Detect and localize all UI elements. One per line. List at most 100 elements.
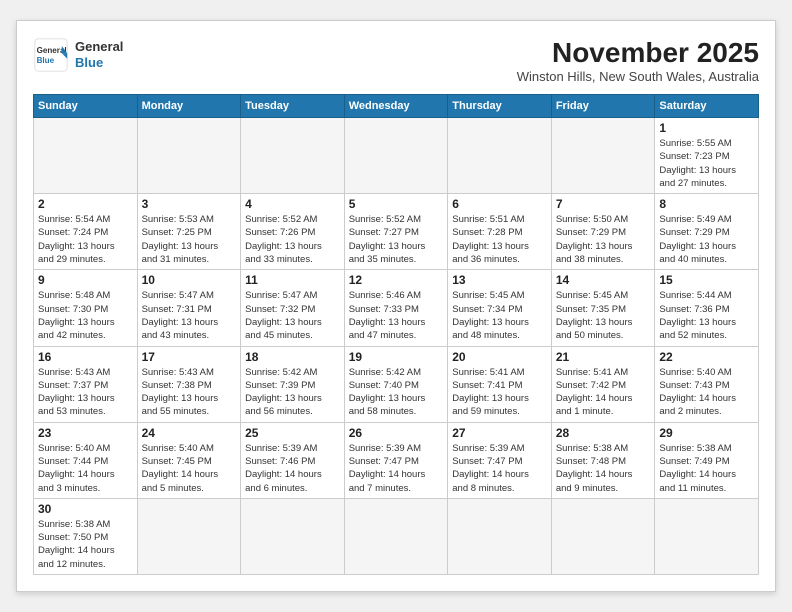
calendar-cell <box>241 498 345 574</box>
day-info: Sunrise: 5:50 AM Sunset: 7:29 PM Dayligh… <box>556 213 651 266</box>
day-info: Sunrise: 5:38 AM Sunset: 7:49 PM Dayligh… <box>659 442 754 495</box>
day-info: Sunrise: 5:41 AM Sunset: 7:41 PM Dayligh… <box>452 366 547 419</box>
day-number: 16 <box>38 350 133 364</box>
day-info: Sunrise: 5:55 AM Sunset: 7:23 PM Dayligh… <box>659 137 754 190</box>
day-number: 24 <box>142 426 237 440</box>
calendar-cell: 13Sunrise: 5:45 AM Sunset: 7:34 PM Dayli… <box>448 270 552 346</box>
logo: General Blue General Blue <box>33 37 123 73</box>
calendar-cell <box>448 117 552 193</box>
day-info: Sunrise: 5:47 AM Sunset: 7:32 PM Dayligh… <box>245 289 340 342</box>
calendar-cell <box>344 498 448 574</box>
day-info: Sunrise: 5:39 AM Sunset: 7:47 PM Dayligh… <box>349 442 444 495</box>
logo-icon: General Blue <box>33 37 69 73</box>
calendar-week-row: 9Sunrise: 5:48 AM Sunset: 7:30 PM Daylig… <box>34 270 759 346</box>
calendar-cell: 15Sunrise: 5:44 AM Sunset: 7:36 PM Dayli… <box>655 270 759 346</box>
day-number: 2 <box>38 197 133 211</box>
day-number: 3 <box>142 197 237 211</box>
day-info: Sunrise: 5:49 AM Sunset: 7:29 PM Dayligh… <box>659 213 754 266</box>
day-number: 9 <box>38 273 133 287</box>
day-number: 18 <box>245 350 340 364</box>
calendar-cell: 28Sunrise: 5:38 AM Sunset: 7:48 PM Dayli… <box>551 422 655 498</box>
day-number: 22 <box>659 350 754 364</box>
logo-general: General <box>75 39 123 55</box>
calendar-cell <box>655 498 759 574</box>
header-wednesday: Wednesday <box>344 94 448 117</box>
calendar-cell: 11Sunrise: 5:47 AM Sunset: 7:32 PM Dayli… <box>241 270 345 346</box>
calendar-cell <box>241 117 345 193</box>
calendar-week-row: 2 Sunrise: 5:54 AM Sunset: 7:24 PM Daylig… <box>34 194 759 270</box>
title-block: November 2025 Winston Hills, New South W… <box>517 37 759 84</box>
header-friday: Friday <box>551 94 655 117</box>
calendar-cell: 19 Sunrise: 5:42 AM Sunset: 7:40 PM Dayli… <box>344 346 448 422</box>
calendar-cell: 2 Sunrise: 5:54 AM Sunset: 7:24 PM Daylig… <box>34 194 138 270</box>
day-info: Sunrise: 5:40 AM Sunset: 7:45 PM Dayligh… <box>142 442 237 495</box>
day-number: 4 <box>245 197 340 211</box>
day-info: Sunrise: 5:52 AM Sunset: 7:27 PM Dayligh… <box>349 213 444 266</box>
calendar-cell: 6 Sunrise: 5:51 AM Sunset: 7:28 PM Daylig… <box>448 194 552 270</box>
day-number: 19 <box>349 350 444 364</box>
day-number: 27 <box>452 426 547 440</box>
calendar-cell: 18 Sunrise: 5:42 AM Sunset: 7:39 PM Dayli… <box>241 346 345 422</box>
calendar-cell: 16 Sunrise: 5:43 AM Sunset: 7:37 PM Dayli… <box>34 346 138 422</box>
logo-blue: Blue <box>75 55 123 71</box>
calendar-cell: 10 Sunrise: 5:47 AM Sunset: 7:31 PM Dayli… <box>137 270 241 346</box>
calendar-cell: 17Sunrise: 5:43 AM Sunset: 7:38 PM Dayli… <box>137 346 241 422</box>
header-saturday: Saturday <box>655 94 759 117</box>
header-tuesday: Tuesday <box>241 94 345 117</box>
day-number: 21 <box>556 350 651 364</box>
day-number: 7 <box>556 197 651 211</box>
calendar-cell: 30 Sunrise: 5:38 AM Sunset: 7:50 PM Dayli… <box>34 498 138 574</box>
calendar-cell: 9Sunrise: 5:48 AM Sunset: 7:30 PM Daylig… <box>34 270 138 346</box>
day-info: Sunrise: 5:43 AM Sunset: 7:37 PM Dayligh… <box>38 366 133 419</box>
month-title: November 2025 <box>517 37 759 69</box>
day-info: Sunrise: 5:40 AM Sunset: 7:44 PM Dayligh… <box>38 442 133 495</box>
calendar-cell <box>551 498 655 574</box>
day-info: Sunrise: 5:45 AM Sunset: 7:34 PM Dayligh… <box>452 289 547 342</box>
day-number: 30 <box>38 502 133 516</box>
day-info: Sunrise: 5:38 AM Sunset: 7:48 PM Dayligh… <box>556 442 651 495</box>
header-thursday: Thursday <box>448 94 552 117</box>
calendar-cell: 29Sunrise: 5:38 AM Sunset: 7:49 PM Dayli… <box>655 422 759 498</box>
calendar-cell <box>344 117 448 193</box>
calendar-cell: 8 Sunrise: 5:49 AM Sunset: 7:29 PM Daylig… <box>655 194 759 270</box>
calendar-cell <box>448 498 552 574</box>
calendar-cell: 21 Sunrise: 5:41 AM Sunset: 7:42 PM Dayli… <box>551 346 655 422</box>
day-number: 8 <box>659 197 754 211</box>
calendar-cell: 1Sunrise: 5:55 AM Sunset: 7:23 PM Daylig… <box>655 117 759 193</box>
day-info: Sunrise: 5:47 AM Sunset: 7:31 PM Dayligh… <box>142 289 237 342</box>
calendar-week-row: 30 Sunrise: 5:38 AM Sunset: 7:50 PM Dayli… <box>34 498 759 574</box>
calendar-grid: Sunday Monday Tuesday Wednesday Thursday… <box>33 94 759 575</box>
calendar-cell: 7 Sunrise: 5:50 AM Sunset: 7:29 PM Daylig… <box>551 194 655 270</box>
calendar-week-row: 16 Sunrise: 5:43 AM Sunset: 7:37 PM Dayli… <box>34 346 759 422</box>
calendar-cell: 26 Sunrise: 5:39 AM Sunset: 7:47 PM Dayli… <box>344 422 448 498</box>
calendar-cell <box>137 117 241 193</box>
day-info: Sunrise: 5:40 AM Sunset: 7:43 PM Dayligh… <box>659 366 754 419</box>
day-info: Sunrise: 5:41 AM Sunset: 7:42 PM Dayligh… <box>556 366 651 419</box>
day-info: Sunrise: 5:42 AM Sunset: 7:39 PM Dayligh… <box>245 366 340 419</box>
day-number: 17 <box>142 350 237 364</box>
day-number: 14 <box>556 273 651 287</box>
day-info: Sunrise: 5:54 AM Sunset: 7:24 PM Dayligh… <box>38 213 133 266</box>
svg-text:Blue: Blue <box>37 56 55 65</box>
day-info: Sunrise: 5:52 AM Sunset: 7:26 PM Dayligh… <box>245 213 340 266</box>
day-number: 26 <box>349 426 444 440</box>
header-sunday: Sunday <box>34 94 138 117</box>
day-number: 12 <box>349 273 444 287</box>
day-number: 10 <box>142 273 237 287</box>
calendar-cell: 25Sunrise: 5:39 AM Sunset: 7:46 PM Dayli… <box>241 422 345 498</box>
calendar-week-row: 23Sunrise: 5:40 AM Sunset: 7:44 PM Dayli… <box>34 422 759 498</box>
calendar-cell <box>34 117 138 193</box>
calendar-cell: 22 Sunrise: 5:40 AM Sunset: 7:43 PM Dayli… <box>655 346 759 422</box>
day-number: 20 <box>452 350 547 364</box>
day-info: Sunrise: 5:38 AM Sunset: 7:50 PM Dayligh… <box>38 518 133 571</box>
calendar-header: General Blue General Blue November 2025 … <box>33 37 759 84</box>
day-info: Sunrise: 5:42 AM Sunset: 7:40 PM Dayligh… <box>349 366 444 419</box>
day-number: 6 <box>452 197 547 211</box>
weekday-header-row: Sunday Monday Tuesday Wednesday Thursday… <box>34 94 759 117</box>
calendar-cell <box>137 498 241 574</box>
logo-text: General Blue <box>75 39 123 70</box>
calendar-cell: 12Sunrise: 5:46 AM Sunset: 7:33 PM Dayli… <box>344 270 448 346</box>
day-info: Sunrise: 5:53 AM Sunset: 7:25 PM Dayligh… <box>142 213 237 266</box>
day-number: 15 <box>659 273 754 287</box>
day-info: Sunrise: 5:51 AM Sunset: 7:28 PM Dayligh… <box>452 213 547 266</box>
